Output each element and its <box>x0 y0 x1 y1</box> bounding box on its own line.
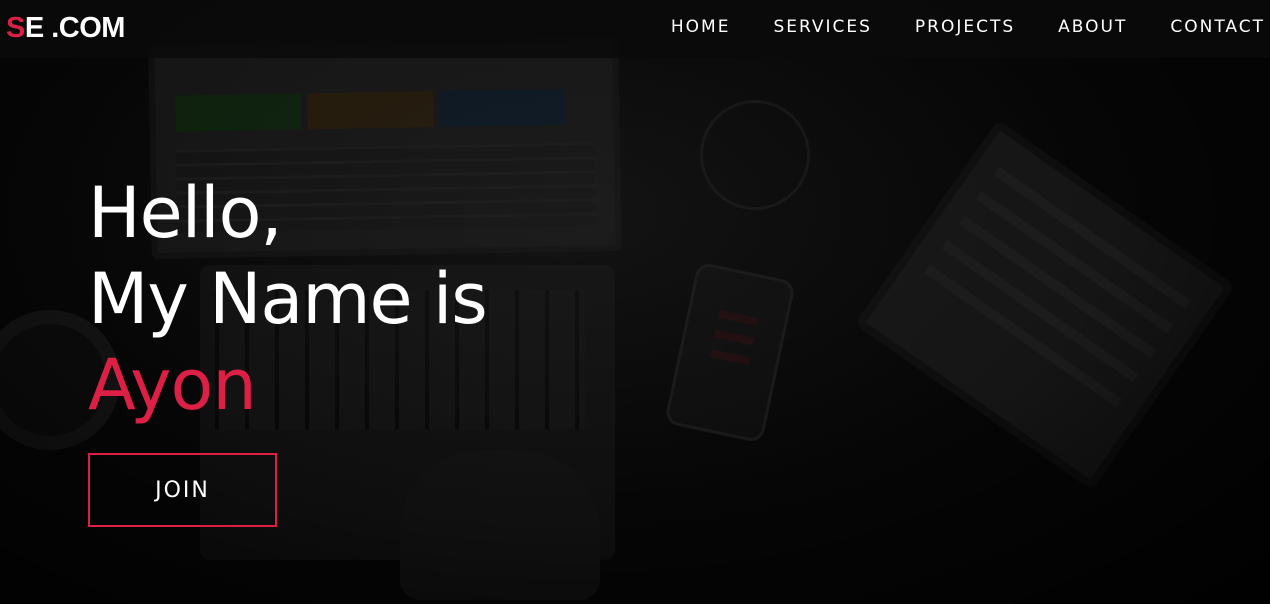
nav-about-link[interactable]: ABOUT <box>1058 17 1127 37</box>
top-navbar: SE .COM HOME SERVICES PROJECTS ABOUT CON… <box>0 0 1270 58</box>
hero-intro: My Name is <box>88 258 488 340</box>
join-button[interactable]: JOIN <box>88 453 277 527</box>
logo-text: E .COM <box>24 12 126 44</box>
hero-name: Ayon <box>88 344 257 426</box>
hero-heading: Hello, My Name is Ayon <box>88 170 488 428</box>
site-logo[interactable]: SE .COM <box>6 12 125 45</box>
nav-projects-link[interactable]: PROJECTS <box>915 17 1015 37</box>
logo-accent-letter: S <box>6 12 25 44</box>
main-menu: HOME SERVICES PROJECTS ABOUT CONTACT <box>628 17 1265 37</box>
nav-contact-link[interactable]: CONTACT <box>1170 17 1265 37</box>
nav-home-link[interactable]: HOME <box>671 17 731 37</box>
hero-greeting: Hello, <box>88 172 283 254</box>
nav-services-link[interactable]: SERVICES <box>773 17 871 37</box>
